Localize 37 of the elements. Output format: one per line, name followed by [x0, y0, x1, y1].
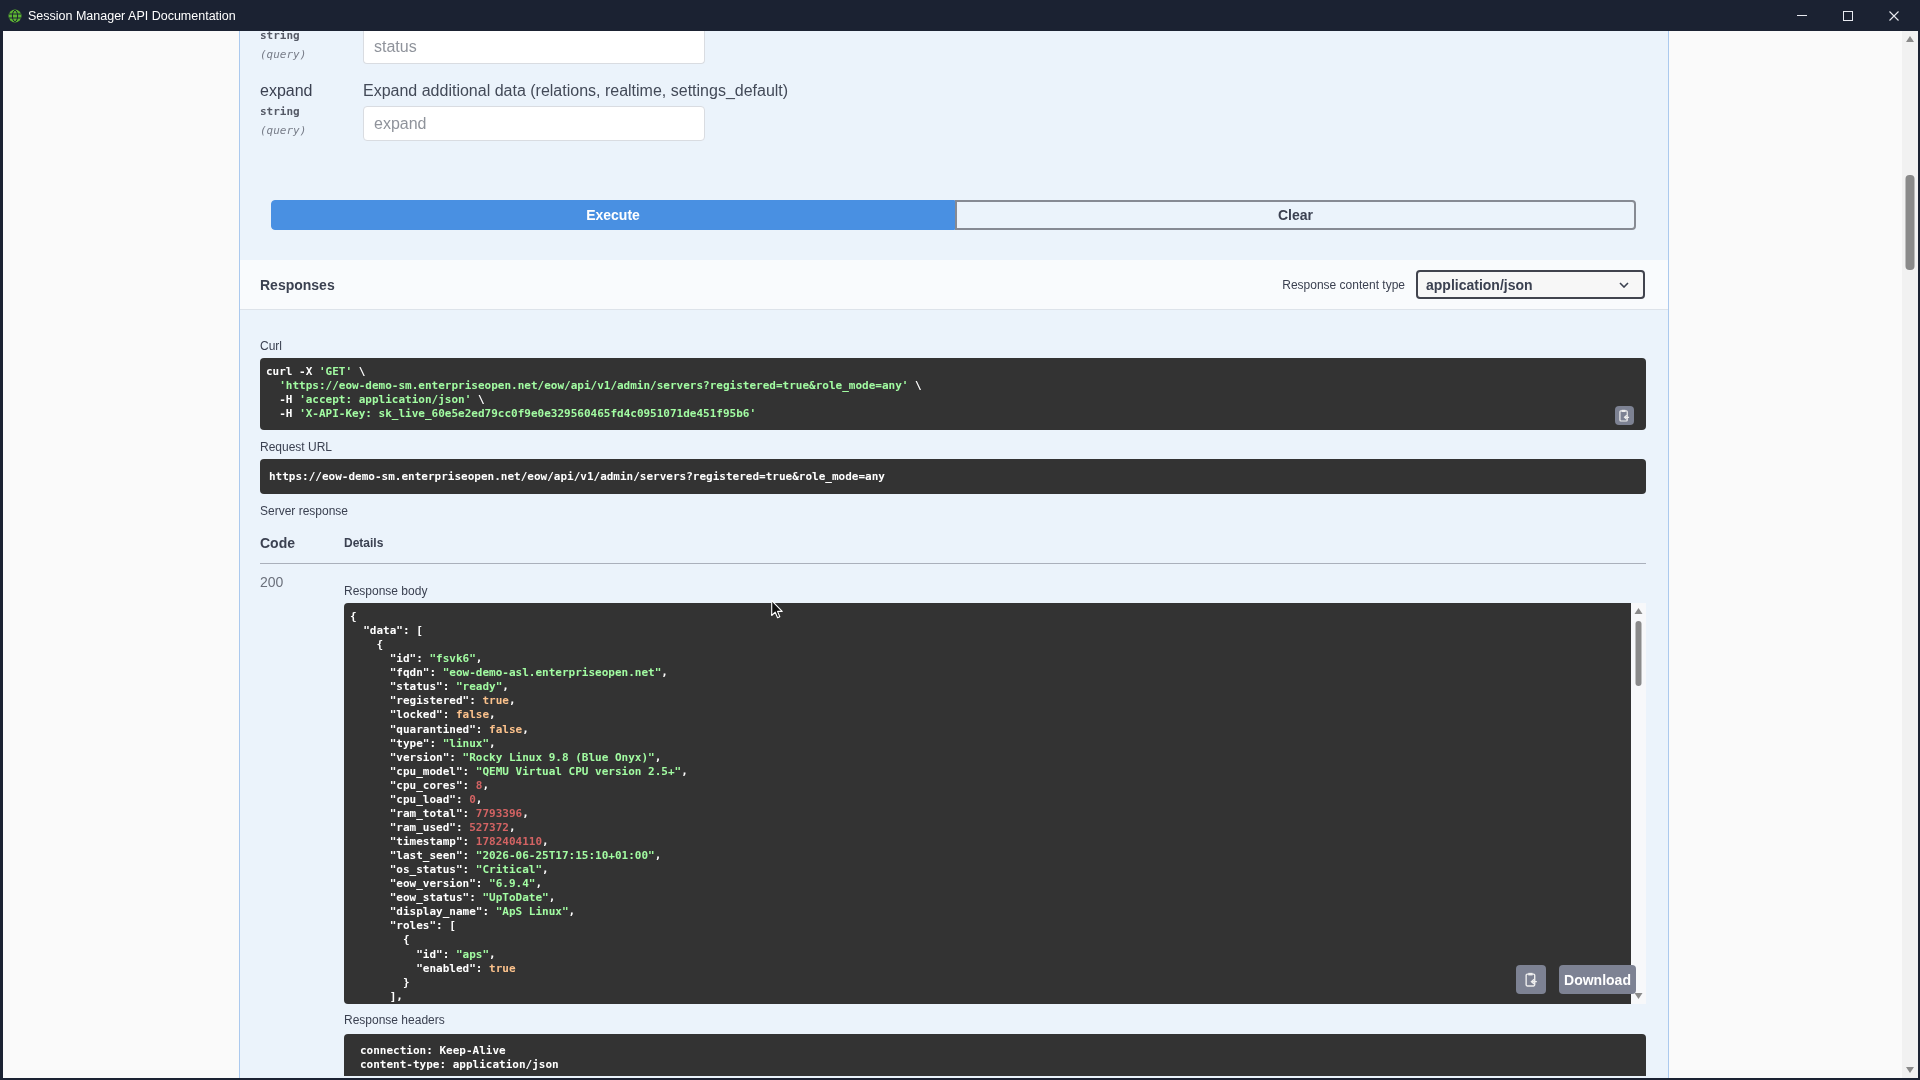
- copy-button[interactable]: [1615, 406, 1634, 425]
- section-label: Response body: [344, 584, 429, 598]
- maximize-icon: [1843, 10, 1853, 21]
- column-header: Details: [344, 536, 385, 550]
- scrollbar[interactable]: [1902, 31, 1918, 1078]
- download-button[interactable]: Download: [1559, 965, 1636, 994]
- globe-icon: [8, 8, 22, 23]
- section-label: Server response: [260, 504, 350, 518]
- clipboard-icon: [1524, 972, 1538, 987]
- content-type-select[interactable]: application/json: [1416, 270, 1645, 299]
- request-url: https://eow-demo-sm.enterpriseopen.net/eow/api/v1/admin/servers?registered=true&role_mode=any: [260, 459, 1646, 494]
- minimize-icon: [1797, 15, 1807, 16]
- mouse-pointer-icon: [771, 600, 783, 619]
- column-header: Code: [260, 535, 296, 551]
- section-title: Responses: [260, 276, 335, 293]
- parameter-type: string: [260, 31, 301, 43]
- curl-command: curl -X 'GET' \ 'https://eow-demo-sm.enterpriseopen.net/eow/api/v1/admin/servers?registered=true&role_mode=any' \ -H 'accept: application/json' \ -H 'X-API-Key: sk_live_60e5e2ed79cc0f9e0e329560465fd4c0951071de451f95b6': [260, 358, 1646, 430]
- parameter-description: Expand additional data (relations, realtime, settings_default): [363, 81, 789, 101]
- section-label: Request URL: [260, 440, 334, 454]
- chevron-down-icon: [1619, 281, 1629, 288]
- close-icon: [1889, 10, 1899, 21]
- scrollbar[interactable]: [1631, 603, 1646, 1004]
- status-code: 200: [260, 574, 285, 592]
- text-input[interactable]: expand: [363, 106, 705, 141]
- clipboard-icon: [1619, 409, 1630, 422]
- parameter-name: expand: [260, 81, 314, 101]
- section-label: Response headers: [344, 1013, 446, 1027]
- response-headers-code: connection: Keep-Alive content-type: application/json: [344, 1034, 1646, 1076]
- parameter-location: (query): [260, 48, 308, 62]
- parameter-location: (query): [260, 124, 308, 138]
- clear-button[interactable]: Clear: [955, 200, 1636, 230]
- parameter-type: string: [260, 105, 301, 119]
- section-label: Curl: [260, 339, 283, 353]
- content-type-label: Response content type: [1282, 277, 1405, 292]
- window-title: Session Manager API Documentation: [28, 8, 236, 23]
- text-input[interactable]: status: [363, 31, 705, 64]
- copy-button[interactable]: [1516, 965, 1546, 994]
